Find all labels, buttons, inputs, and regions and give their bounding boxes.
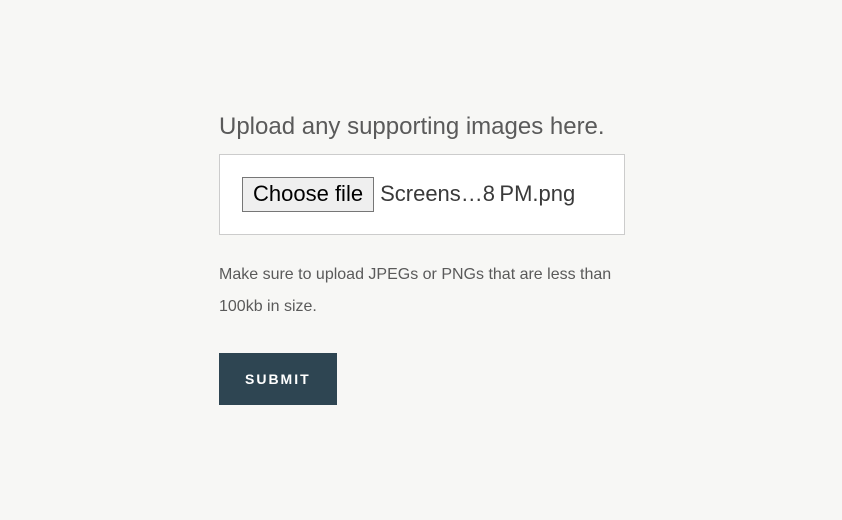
choose-file-button[interactable]: Choose file [242,177,374,211]
upload-hint: Make sure to upload JPEGs or PNGs that a… [219,259,625,323]
submit-button[interactable]: SUBMIT [219,353,337,405]
upload-heading: Upload any supporting images here. [219,111,625,142]
selected-file-name: Screens…8 PM.png [380,181,575,207]
upload-form: Upload any supporting images here. Choos… [219,111,625,405]
file-input[interactable]: Choose file Screens…8 PM.png [219,154,625,234]
